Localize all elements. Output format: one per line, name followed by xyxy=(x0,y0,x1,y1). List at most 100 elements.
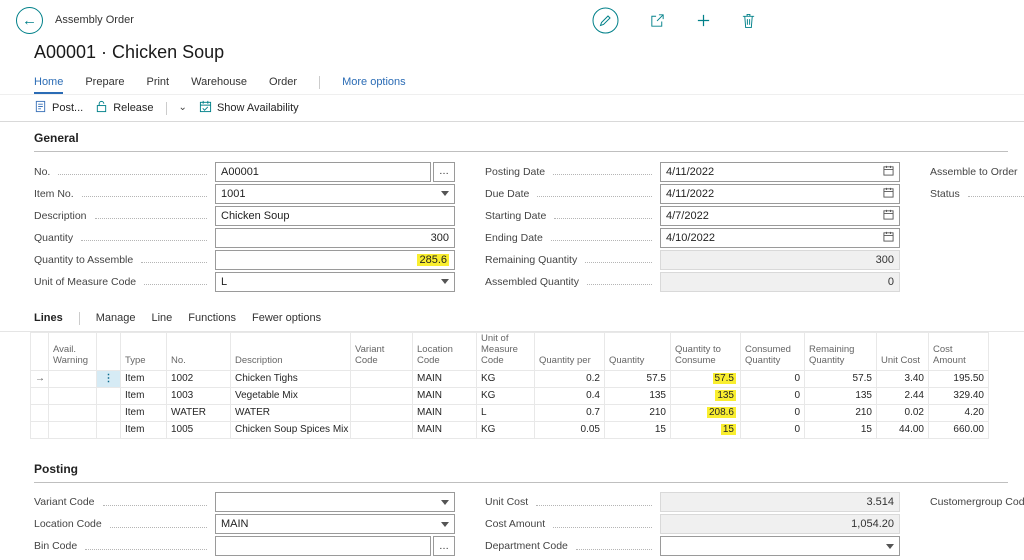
col-consumed-quantity[interactable]: Consumed Quantity xyxy=(741,333,805,371)
col-cost-amount[interactable]: Cost Amount xyxy=(929,333,989,371)
add-icon[interactable] xyxy=(696,13,711,28)
cell-quantity-per[interactable]: 0.4 xyxy=(535,387,605,404)
row-selector[interactable] xyxy=(31,421,49,438)
col-quantity-per[interactable]: Quantity per xyxy=(535,333,605,371)
cell-variant-code[interactable] xyxy=(351,404,413,421)
cell-location-code[interactable]: MAIN xyxy=(413,421,477,438)
lines-line[interactable]: Line xyxy=(152,312,173,324)
cell-no[interactable]: 1003 xyxy=(167,387,231,404)
row-menu-cell[interactable] xyxy=(97,387,121,404)
post-button[interactable]: Post... xyxy=(34,100,83,116)
cell-quantity-to-consume[interactable]: 15 xyxy=(671,421,741,438)
calendar-icon[interactable] xyxy=(883,209,894,223)
tab-warehouse[interactable]: Warehouse xyxy=(191,71,247,94)
description-input[interactable]: Chicken Soup xyxy=(215,206,455,226)
chevron-down-icon[interactable] xyxy=(441,191,449,196)
cell-uom[interactable]: KG xyxy=(477,387,535,404)
cell-uom[interactable]: KG xyxy=(477,370,535,387)
row-menu-cell[interactable] xyxy=(97,404,121,421)
delete-icon[interactable] xyxy=(741,12,756,29)
cell-quantity-per[interactable]: 0.2 xyxy=(535,370,605,387)
chevron-down-icon[interactable] xyxy=(441,500,449,505)
cell-variant-code[interactable] xyxy=(351,421,413,438)
show-availability-button[interactable]: Show Availability xyxy=(199,100,299,116)
col-description[interactable]: Description xyxy=(231,333,351,371)
cell-consumed[interactable]: 0 xyxy=(741,370,805,387)
cell-description[interactable]: WATER xyxy=(231,404,351,421)
quantity-to-assemble-input[interactable]: 285.6 xyxy=(215,250,455,270)
row-menu-icon[interactable]: ⋮ xyxy=(97,370,121,387)
cell-remaining[interactable]: 210 xyxy=(805,404,877,421)
cell-consumed[interactable]: 0 xyxy=(741,387,805,404)
cell-type[interactable]: Item xyxy=(121,370,167,387)
col-type[interactable]: Type xyxy=(121,333,167,371)
col-quantity-to-consume[interactable]: Quantity to Consume xyxy=(671,333,741,371)
release-button[interactable]: Release xyxy=(95,100,153,116)
back-button[interactable]: ← xyxy=(16,7,43,34)
posting-date-input[interactable]: 4/11/2022 xyxy=(660,162,900,182)
no-input[interactable]: A00001 xyxy=(215,162,431,182)
edit-icon[interactable] xyxy=(592,7,619,34)
cell-no[interactable]: WATER xyxy=(167,404,231,421)
col-uom-code[interactable]: Unit of Measure Code xyxy=(477,333,535,371)
cell-quantity[interactable]: 210 xyxy=(605,404,671,421)
calendar-icon[interactable] xyxy=(883,187,894,201)
row-selector[interactable] xyxy=(31,404,49,421)
cell-variant-code[interactable] xyxy=(351,387,413,404)
cell-location-code[interactable]: MAIN xyxy=(413,404,477,421)
cell-consumed[interactable]: 0 xyxy=(741,421,805,438)
cell-cost-amount[interactable]: 195.50 xyxy=(929,370,989,387)
chevron-down-icon[interactable] xyxy=(441,522,449,527)
col-avail-warning[interactable]: Avail. Warning xyxy=(49,333,97,371)
split-button-chevron-down-icon[interactable]: ⌄ xyxy=(179,103,187,113)
cell-description[interactable]: Vegetable Mix xyxy=(231,387,351,404)
cell-type[interactable]: Item xyxy=(121,404,167,421)
col-remaining-quantity[interactable]: Remaining Quantity xyxy=(805,333,877,371)
cell-type[interactable]: Item xyxy=(121,387,167,404)
col-unit-cost[interactable]: Unit Cost xyxy=(877,333,929,371)
cell-no[interactable]: 1002 xyxy=(167,370,231,387)
cell-variant-code[interactable] xyxy=(351,370,413,387)
cell-location-code[interactable]: MAIN xyxy=(413,387,477,404)
cell-quantity[interactable]: 57.5 xyxy=(605,370,671,387)
cell-uom[interactable]: L xyxy=(477,404,535,421)
col-no[interactable]: No. xyxy=(167,333,231,371)
lines-tab[interactable]: Lines xyxy=(34,312,63,324)
col-location-code[interactable]: Location Code xyxy=(413,333,477,371)
col-variant-code[interactable]: Variant Code xyxy=(351,333,413,371)
starting-date-input[interactable]: 4/7/2022 xyxy=(660,206,900,226)
tab-print[interactable]: Print xyxy=(146,71,169,94)
cell-remaining[interactable]: 57.5 xyxy=(805,370,877,387)
cell-quantity-to-consume[interactable]: 57.5 xyxy=(671,370,741,387)
department-code-input[interactable] xyxy=(660,536,900,556)
cell-quantity-to-consume[interactable]: 208.6 xyxy=(671,404,741,421)
tab-prepare[interactable]: Prepare xyxy=(85,71,124,94)
cell-unit-cost[interactable]: 3.40 xyxy=(877,370,929,387)
cell-remaining[interactable]: 15 xyxy=(805,421,877,438)
row-selector-arrow[interactable]: → xyxy=(31,370,49,387)
more-options[interactable]: More options xyxy=(342,71,406,94)
assist-edit-button[interactable]: … xyxy=(433,162,455,182)
bin-code-input[interactable] xyxy=(215,536,431,556)
unit-of-measure-input[interactable]: L xyxy=(215,272,455,292)
chevron-down-icon[interactable] xyxy=(886,544,894,549)
cell-quantity[interactable]: 15 xyxy=(605,421,671,438)
col-quantity[interactable]: Quantity xyxy=(605,333,671,371)
lines-functions[interactable]: Functions xyxy=(188,312,236,324)
chevron-down-icon[interactable] xyxy=(441,279,449,284)
variant-code-input[interactable] xyxy=(215,492,455,512)
cell-location-code[interactable]: MAIN xyxy=(413,370,477,387)
cell-quantity[interactable]: 135 xyxy=(605,387,671,404)
cell-consumed[interactable]: 0 xyxy=(741,404,805,421)
cell-unit-cost[interactable]: 44.00 xyxy=(877,421,929,438)
lines-fewer-options[interactable]: Fewer options xyxy=(252,312,321,324)
quantity-input[interactable]: 300 xyxy=(215,228,455,248)
due-date-input[interactable]: 4/11/2022 xyxy=(660,184,900,204)
cell-type[interactable]: Item xyxy=(121,421,167,438)
cell-unit-cost[interactable]: 2.44 xyxy=(877,387,929,404)
calendar-icon[interactable] xyxy=(883,231,894,245)
cell-cost-amount[interactable]: 660.00 xyxy=(929,421,989,438)
tab-home[interactable]: Home xyxy=(34,71,63,94)
cell-remaining[interactable]: 135 xyxy=(805,387,877,404)
cell-unit-cost[interactable]: 0.02 xyxy=(877,404,929,421)
